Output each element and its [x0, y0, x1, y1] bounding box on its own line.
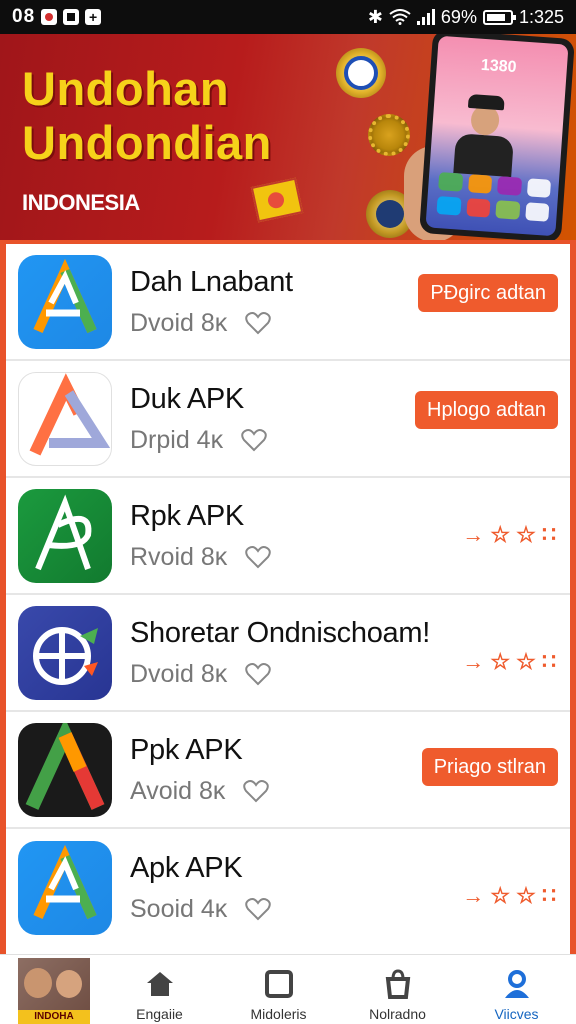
heart-icon[interactable]	[245, 897, 272, 921]
list-item[interactable]: Rpk APK Rvoid 8κ → ☆ ☆ ∷	[6, 478, 570, 595]
banner-title-line2: Undondian	[22, 116, 272, 169]
signal-icon	[416, 9, 435, 25]
list-item[interactable]: Duk APK Drpid 4κ Hplogo adtan	[6, 361, 570, 478]
plus-icon	[85, 9, 102, 25]
list-item[interactable]: Dah Lnabant Dvoid 8κ PÐgirc adtan	[6, 244, 570, 361]
list-item[interactable]: Ppk APK Avoid 8κ Priago stlran	[6, 712, 570, 829]
gear-icon	[368, 114, 410, 156]
app-icon	[18, 605, 112, 700]
app-meta: Rvoid 8κ	[130, 542, 228, 571]
nav-label: Engaiie	[136, 1006, 183, 1022]
nav-bag[interactable]: Nolradno	[338, 968, 457, 1024]
heart-icon[interactable]	[241, 428, 267, 452]
banner-country: INDONESIA	[22, 190, 140, 215]
square-icon	[63, 9, 80, 25]
app-name: Ppk APK	[130, 733, 243, 766]
heart-icon[interactable]	[245, 545, 272, 569]
home-icon	[146, 972, 173, 996]
install-button[interactable]: Priago stlran	[421, 748, 558, 786]
wifi-icon	[389, 9, 411, 25]
app-name: Dah Lnabant	[130, 265, 293, 298]
app-name: Duk APK	[130, 382, 244, 415]
heart-icon[interactable]	[245, 662, 272, 686]
app-icon	[18, 254, 112, 349]
app-name: Shoretar Ondnischoam!	[130, 616, 430, 649]
square-icon	[264, 970, 293, 998]
bottom-nav: INDOHA Engaiie Midoleris Nolradno Viicve…	[0, 954, 576, 1024]
rating-stars[interactable]: → ☆ ☆ ∷	[462, 522, 556, 548]
status-bar: 08 ✱ 69% 1:325	[0, 0, 576, 34]
app-meta: Drpid 4κ	[130, 425, 224, 454]
install-button[interactable]: PÐgirc adtan	[418, 274, 558, 312]
promo-banner[interactable]: Undohan Undondian INDONESIA 1380	[0, 34, 576, 240]
app-name: Rpk APK	[130, 499, 244, 532]
nav-middle[interactable]: Midoleris	[219, 968, 338, 1024]
bluetooth-icon: ✱	[367, 6, 383, 27]
app-icon	[18, 371, 112, 466]
app-meta: Avoid 8κ	[130, 776, 226, 805]
app-icon	[18, 722, 112, 817]
battery-icon	[482, 9, 516, 25]
list-item[interactable]: Shoretar Ondnischoam! Dvoid 8κ → ☆ ☆ ∷	[6, 595, 570, 712]
nav-label: Nolradno	[369, 1006, 426, 1022]
app-list: Dah Lnabant Dvoid 8κ PÐgirc adtan Duk AP…	[6, 244, 570, 954]
bag-icon	[385, 969, 410, 999]
nav-label: Viicves	[494, 1006, 539, 1022]
phone-time: 1380	[480, 56, 517, 77]
thumbnail-caption: INDOHA	[18, 1010, 90, 1024]
record-icon	[41, 9, 58, 25]
banner-title: Undohan Undondian	[22, 62, 272, 170]
app-meta: Dvoid 8κ	[130, 659, 228, 688]
envelope-icon	[250, 177, 304, 223]
status-time: 1:325	[518, 6, 564, 27]
rating-stars[interactable]: → ☆ ☆ ∷	[462, 649, 556, 675]
app-meta: Dvoid 8κ	[130, 308, 228, 337]
profile-icon	[504, 970, 529, 998]
coin-icon	[336, 48, 386, 98]
banner-title-line1: Undohan	[22, 62, 230, 115]
status-left-time: 08	[12, 6, 36, 27]
promo-thumbnail[interactable]: INDOHA	[18, 958, 90, 1024]
person-image	[449, 93, 518, 178]
app-icon	[18, 840, 112, 935]
heart-icon[interactable]	[245, 311, 272, 335]
app-name: Apk APK	[130, 851, 243, 884]
app-icon	[18, 488, 112, 583]
install-button[interactable]: Hplogo adtan	[415, 391, 558, 429]
battery-percent: 69%	[440, 6, 477, 27]
heart-icon[interactable]	[243, 779, 270, 803]
phone-image: 1380	[419, 34, 575, 240]
nav-home[interactable]: Engaiie	[100, 968, 219, 1024]
nav-profile[interactable]: Viicves	[457, 968, 576, 1024]
phone-app-grid	[436, 172, 552, 222]
app-meta: Sooid 4κ	[130, 894, 228, 923]
list-item[interactable]: Apk APK Sooid 4κ → ☆ ☆ ∷	[6, 829, 570, 946]
rating-stars[interactable]: → ☆ ☆ ∷	[462, 883, 556, 909]
nav-label: Midoleris	[250, 1006, 307, 1022]
phone-screen: 1380	[425, 35, 569, 237]
app-list-frame: Dah Lnabant Dvoid 8κ PÐgirc adtan Duk AP…	[0, 240, 576, 954]
